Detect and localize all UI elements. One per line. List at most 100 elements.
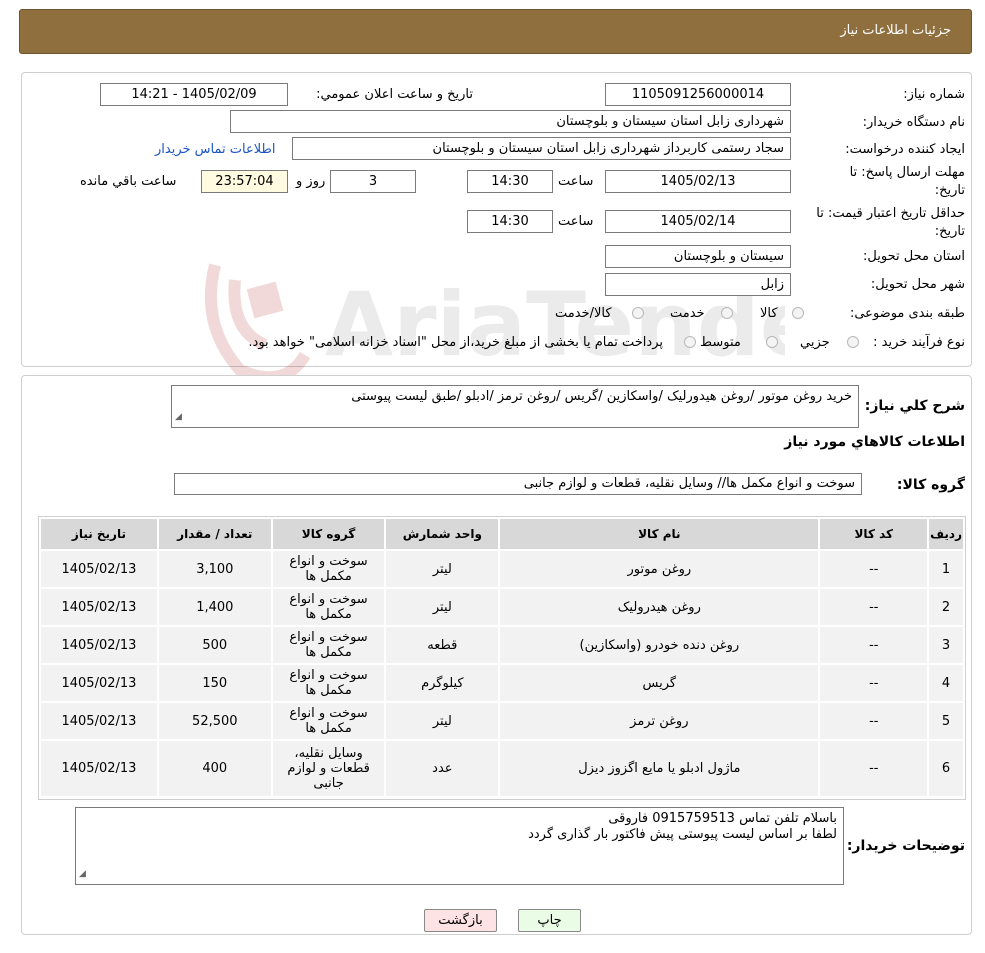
cell-unit: کیلوگرم bbox=[386, 665, 499, 701]
col-header-code[interactable]: کد کالا bbox=[820, 519, 928, 549]
cell-name: روغن ترمز bbox=[500, 703, 819, 739]
category-option-goods-service: کالا/خدمت bbox=[555, 306, 612, 321]
group-field: سوخت و انواع مکمل ها// وسایل نقلیه، قطعا… bbox=[174, 473, 862, 495]
cell-row: 1 bbox=[929, 551, 963, 587]
cell-code: -- bbox=[820, 589, 928, 625]
table-row[interactable]: 2 -- روغن هیدرولیک لیتر سوخت و انواع مکمل… bbox=[41, 589, 963, 625]
process-option-partial: جزیي bbox=[800, 335, 830, 350]
cell-row: 6 bbox=[929, 741, 963, 796]
deadline-time-field: 14:30 bbox=[467, 170, 553, 193]
creator-label: ایجاد کننده درخواست: bbox=[845, 142, 965, 157]
days-remaining-field: 3 bbox=[330, 170, 416, 193]
category-radio-goods-service[interactable] bbox=[632, 307, 644, 319]
cell-code: -- bbox=[820, 551, 928, 587]
group-label: گروه کالا: bbox=[896, 477, 965, 493]
category-option-goods: کالا bbox=[760, 306, 778, 321]
cell-name: روغن دنده خودرو (واسکازین) bbox=[500, 627, 819, 663]
table-row[interactable]: 4 -- گریس کیلوگرم سوخت و انواع مکمل ها 15… bbox=[41, 665, 963, 701]
col-header-group[interactable]: گروه کالا bbox=[272, 519, 385, 549]
cell-date: 1405/02/13 bbox=[41, 665, 157, 701]
cell-quantity: 1,400 bbox=[158, 589, 271, 625]
validity-label: حداقل تاریخ اعتبار قیمت: تا bbox=[816, 206, 965, 221]
cell-unit: لیتر bbox=[386, 703, 499, 739]
summary-textarea[interactable]: خرید روغن موتور /روغن هیدورلیک /واسکازین… bbox=[171, 385, 859, 428]
buyer-notes-textarea[interactable]: باسلام تلفن تماس 0915759513 فاروقی لطفا … bbox=[75, 807, 844, 885]
table-row[interactable]: 3 -- روغن دنده خودرو (واسکازین) قطعه سوخ… bbox=[41, 627, 963, 663]
buyer-contact-link[interactable]: اطلاعات تماس خریدار bbox=[155, 142, 275, 157]
cell-row: 5 bbox=[929, 703, 963, 739]
items-table-wrapper: ردیف کد کالا نام کالا واحد شمارش گروه کا… bbox=[38, 516, 966, 800]
table-row[interactable]: 1 -- روغن موتور لیتر سوخت و انواع مکمل ها… bbox=[41, 551, 963, 587]
payment-note: پرداخت تمام یا بخشی از مبلغ خرید،از محل … bbox=[248, 335, 663, 350]
province-field: سیستان و بلوچستان bbox=[605, 245, 791, 268]
col-header-quantity[interactable]: تعداد / مقدار bbox=[158, 519, 271, 549]
cell-name: روغن موتور bbox=[500, 551, 819, 587]
cell-unit: لیتر bbox=[386, 551, 499, 587]
resize-grip-icon[interactable]: ◢ bbox=[79, 866, 86, 882]
cell-group: وسایل نقلیه، قطعات و لوازم جانبی bbox=[272, 741, 385, 796]
cell-code: -- bbox=[820, 627, 928, 663]
col-header-date[interactable]: تاریخ نیاز bbox=[41, 519, 157, 549]
cell-unit: قطعه bbox=[386, 627, 499, 663]
cell-group: سوخت و انواع مکمل ها bbox=[272, 551, 385, 587]
col-header-name[interactable]: نام کالا bbox=[500, 519, 819, 549]
creator-field: سجاد رستمی کاربرداز شهرداری زابل استان س… bbox=[292, 137, 791, 160]
process-radio-partial[interactable] bbox=[847, 336, 859, 348]
cell-quantity: 150 bbox=[158, 665, 271, 701]
cell-quantity: 400 bbox=[158, 741, 271, 796]
col-header-unit[interactable]: واحد شمارش bbox=[386, 519, 499, 549]
back-button[interactable]: بازگشت bbox=[424, 909, 497, 932]
category-label: طبقه بندی موضوعی: bbox=[849, 306, 965, 321]
validity-time-field: 14:30 bbox=[467, 210, 553, 233]
cell-code: -- bbox=[820, 703, 928, 739]
announce-label: تاریخ و ساعت اعلان عمومي: bbox=[316, 87, 473, 102]
validity-date-field: 1405/02/14 bbox=[605, 210, 791, 233]
city-field: زابل bbox=[605, 273, 791, 296]
cell-group: سوخت و انواع مکمل ها bbox=[272, 665, 385, 701]
items-title: اطلاعات کالاهاي مورد نیاز bbox=[784, 434, 965, 450]
deadline-label: مهلت ارسال پاسخ: تا bbox=[849, 165, 965, 180]
cell-quantity: 52,500 bbox=[158, 703, 271, 739]
cell-unit: لیتر bbox=[386, 589, 499, 625]
validity-time-label: ساعت bbox=[558, 214, 594, 229]
buyer-notes-label: توضیحات خریدار: bbox=[846, 838, 965, 854]
table-row[interactable]: 5 -- روغن ترمز لیتر سوخت و انواع مکمل ها … bbox=[41, 703, 963, 739]
announce-field: 1405/02/09 - 14:21 bbox=[100, 83, 288, 106]
cell-group: سوخت و انواع مکمل ها bbox=[272, 589, 385, 625]
cell-date: 1405/02/13 bbox=[41, 551, 157, 587]
process-radio-medium[interactable] bbox=[766, 336, 778, 348]
deadline-label-date: تاریخ: bbox=[934, 183, 965, 198]
category-option-service: خدمت bbox=[670, 306, 705, 321]
cell-date: 1405/02/13 bbox=[41, 703, 157, 739]
cell-code: -- bbox=[820, 665, 928, 701]
validity-label-date: تاریخ: bbox=[934, 224, 965, 239]
deadline-time-label: ساعت bbox=[558, 174, 594, 189]
buyer-org-label: نام دستگاه خریدار: bbox=[862, 115, 965, 130]
cell-quantity: 3,100 bbox=[158, 551, 271, 587]
cell-name: گریس bbox=[500, 665, 819, 701]
city-label: شهر محل تحویل: bbox=[870, 277, 965, 292]
buyer-org-field: شهرداری زابل استان سیستان و بلوچستان bbox=[230, 110, 791, 133]
col-header-row-number[interactable]: ردیف bbox=[929, 519, 963, 549]
remaining-time-field: 23:57:04 bbox=[201, 170, 288, 193]
cell-name: ماژول ادبلو یا مایع اگزوز دیزل bbox=[500, 741, 819, 796]
page-title: جزئیات اطلاعات نیاز bbox=[840, 23, 951, 38]
cell-row: 4 bbox=[929, 665, 963, 701]
cell-group: سوخت و انواع مکمل ها bbox=[272, 703, 385, 739]
cell-name: روغن هیدرولیک bbox=[500, 589, 819, 625]
table-header-row: ردیف کد کالا نام کالا واحد شمارش گروه کا… bbox=[41, 519, 963, 549]
category-radio-service[interactable] bbox=[721, 307, 733, 319]
province-label: استان محل تحویل: bbox=[863, 249, 965, 264]
resize-grip-icon[interactable]: ◢ bbox=[175, 409, 182, 425]
print-button[interactable]: چاپ bbox=[518, 909, 581, 932]
deadline-date-field: 1405/02/13 bbox=[605, 170, 791, 193]
category-radio-goods[interactable] bbox=[792, 307, 804, 319]
items-table: ردیف کد کالا نام کالا واحد شمارش گروه کا… bbox=[39, 517, 965, 798]
cell-row: 2 bbox=[929, 589, 963, 625]
table-row[interactable]: 6 -- ماژول ادبلو یا مایع اگزوز دیزل عدد … bbox=[41, 741, 963, 796]
process-option-medium: متوسط bbox=[700, 335, 741, 350]
cell-row: 3 bbox=[929, 627, 963, 663]
payment-checkbox[interactable] bbox=[684, 336, 696, 348]
remaining-label: ساعت باقي مانده bbox=[80, 174, 177, 189]
days-label: روز و bbox=[296, 174, 326, 189]
